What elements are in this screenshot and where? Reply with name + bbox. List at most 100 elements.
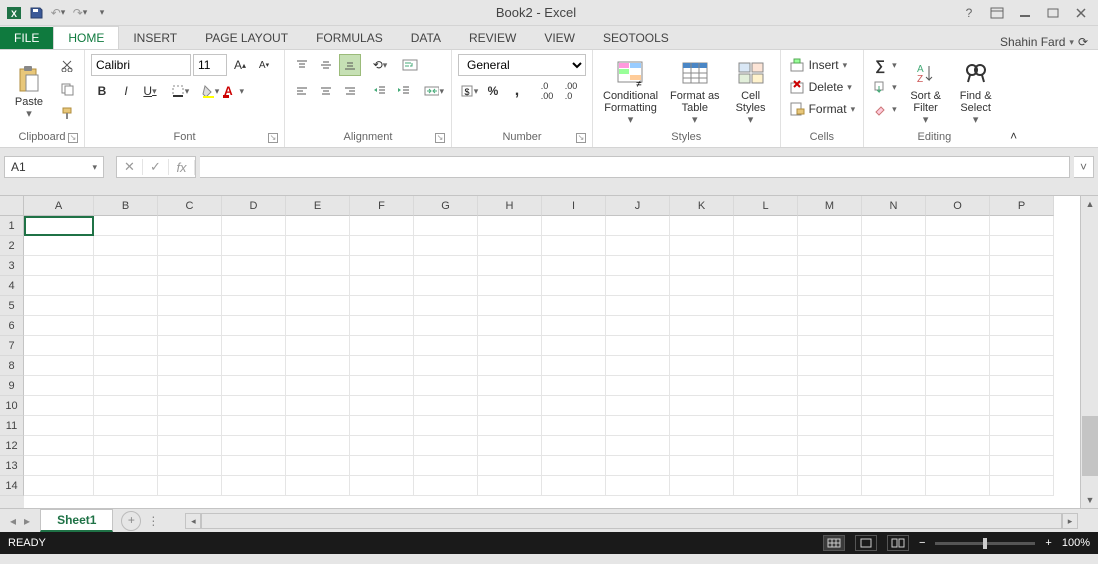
cell[interactable] xyxy=(670,456,734,476)
cell[interactable] xyxy=(478,236,542,256)
cell[interactable] xyxy=(990,216,1054,236)
cell[interactable] xyxy=(94,376,158,396)
tab-data[interactable]: DATA xyxy=(397,27,455,49)
font-size-combo[interactable] xyxy=(193,54,227,76)
cell[interactable] xyxy=(286,256,350,276)
column-header[interactable]: E xyxy=(286,196,350,216)
cell[interactable] xyxy=(414,476,478,496)
cell[interactable] xyxy=(414,436,478,456)
align-middle-icon[interactable] xyxy=(315,54,337,76)
cell[interactable] xyxy=(94,236,158,256)
cell[interactable] xyxy=(670,356,734,376)
cell[interactable] xyxy=(862,276,926,296)
cell[interactable] xyxy=(926,436,990,456)
increase-indent-icon[interactable] xyxy=(393,80,415,102)
increase-decimal-icon[interactable]: .0.00 xyxy=(536,80,558,102)
align-center-icon[interactable] xyxy=(315,80,337,102)
cell[interactable] xyxy=(478,456,542,476)
cell[interactable] xyxy=(350,236,414,256)
cell[interactable] xyxy=(862,436,926,456)
cell[interactable] xyxy=(478,476,542,496)
cell[interactable] xyxy=(862,416,926,436)
cell[interactable] xyxy=(542,276,606,296)
merge-center-icon[interactable]: ▾ xyxy=(423,80,445,102)
cell[interactable] xyxy=(222,336,286,356)
cell[interactable] xyxy=(862,316,926,336)
clear-button[interactable]: ▾ xyxy=(870,98,899,120)
insert-cells-button[interactable]: Insert ▾ xyxy=(787,54,858,76)
cell[interactable] xyxy=(670,376,734,396)
horizontal-scrollbar[interactable]: ◂ ▸ xyxy=(185,513,1098,529)
scroll-thumb[interactable] xyxy=(1082,416,1098,476)
decrease-decimal-icon[interactable]: .00.0 xyxy=(560,80,582,102)
column-header[interactable]: B xyxy=(94,196,158,216)
cell[interactable] xyxy=(286,216,350,236)
close-icon[interactable] xyxy=(1072,4,1090,22)
cell[interactable] xyxy=(478,316,542,336)
cell[interactable] xyxy=(734,356,798,376)
cell[interactable] xyxy=(158,216,222,236)
cell[interactable] xyxy=(158,396,222,416)
cell[interactable] xyxy=(350,316,414,336)
column-header[interactable]: A xyxy=(24,196,94,216)
font-color-button[interactable]: A▾ xyxy=(223,80,245,102)
row-header[interactable]: 2 xyxy=(0,236,24,256)
cell[interactable] xyxy=(542,216,606,236)
cell[interactable] xyxy=(926,316,990,336)
name-box[interactable]: A1▾ xyxy=(4,156,104,178)
cell[interactable] xyxy=(862,396,926,416)
cell[interactable] xyxy=(862,476,926,496)
cell[interactable] xyxy=(350,476,414,496)
cell[interactable] xyxy=(606,376,670,396)
worksheet-grid[interactable]: 1234567891011121314 ABCDEFGHIJKLMNOP ▲ ▼ xyxy=(0,196,1098,508)
row-header[interactable]: 1 xyxy=(0,216,24,236)
align-left-icon[interactable] xyxy=(291,80,313,102)
cell[interactable] xyxy=(798,456,862,476)
cell[interactable] xyxy=(990,376,1054,396)
row-header[interactable]: 14 xyxy=(0,476,24,496)
underline-button[interactable]: U▾ xyxy=(139,80,161,102)
find-select-button[interactable]: Find & Select▾ xyxy=(953,54,999,129)
italic-button[interactable]: I xyxy=(115,80,137,102)
delete-cells-button[interactable]: Delete ▾ xyxy=(787,76,858,98)
cell[interactable] xyxy=(158,256,222,276)
cell[interactable] xyxy=(670,236,734,256)
zoom-level[interactable]: 100% xyxy=(1062,537,1090,549)
cell[interactable] xyxy=(478,336,542,356)
cell[interactable] xyxy=(94,296,158,316)
column-header[interactable]: C xyxy=(158,196,222,216)
cell[interactable] xyxy=(24,316,94,336)
row-header[interactable]: 6 xyxy=(0,316,24,336)
cell[interactable] xyxy=(94,436,158,456)
cell[interactable] xyxy=(478,436,542,456)
paste-button[interactable]: Paste▾ xyxy=(6,54,52,129)
cell[interactable] xyxy=(222,476,286,496)
row-header[interactable]: 7 xyxy=(0,336,24,356)
cell[interactable] xyxy=(94,396,158,416)
cell[interactable] xyxy=(414,456,478,476)
fill-button[interactable]: ▾ xyxy=(870,76,899,98)
cell[interactable] xyxy=(606,316,670,336)
tab-file[interactable]: FILE xyxy=(0,27,53,49)
cell[interactable] xyxy=(606,256,670,276)
align-top-icon[interactable] xyxy=(291,54,313,76)
cell[interactable] xyxy=(24,436,94,456)
cut-icon[interactable] xyxy=(56,54,78,76)
cell[interactable] xyxy=(990,336,1054,356)
cell-styles-button[interactable]: Cell Styles▾ xyxy=(728,54,774,129)
font-dialog-launcher[interactable]: ↘ xyxy=(268,133,278,143)
tab-review[interactable]: REVIEW xyxy=(455,27,530,49)
cell[interactable] xyxy=(222,456,286,476)
tab-formulas[interactable]: FORMULAS xyxy=(302,27,397,49)
cell[interactable] xyxy=(606,216,670,236)
cell[interactable] xyxy=(990,236,1054,256)
vertical-scrollbar[interactable]: ▲ ▼ xyxy=(1080,196,1098,508)
cell[interactable] xyxy=(350,256,414,276)
tab-insert[interactable]: INSERT xyxy=(119,27,191,49)
cell[interactable] xyxy=(734,296,798,316)
increase-font-icon[interactable]: A▴ xyxy=(229,54,251,76)
formula-input[interactable] xyxy=(200,156,1070,178)
number-dialog-launcher[interactable]: ↘ xyxy=(576,133,586,143)
cell[interactable] xyxy=(542,476,606,496)
tab-split-handle[interactable]: ⋮ xyxy=(141,514,165,528)
